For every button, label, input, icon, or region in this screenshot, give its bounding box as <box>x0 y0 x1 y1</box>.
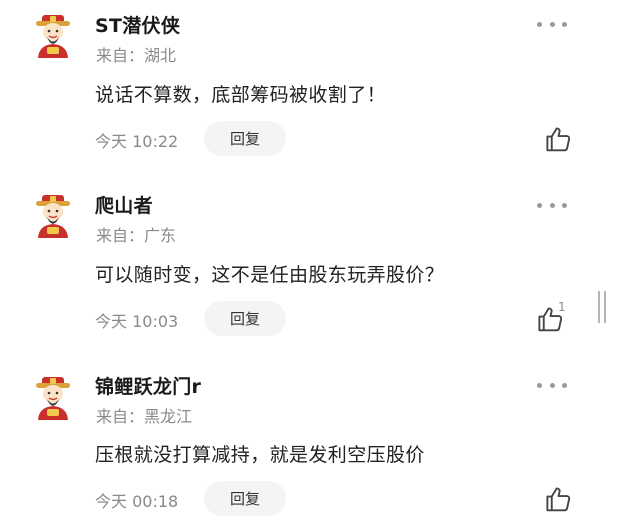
comment-time: 今天 10:22 <box>95 132 179 151</box>
comment-time: 今天 00:18 <box>95 492 179 511</box>
reply-button[interactable]: 回复 <box>204 481 286 516</box>
caishen-avatar-icon[interactable] <box>33 376 73 420</box>
comment-content: 可以随时变，这不是任由股东玩弄股价？ <box>95 264 445 286</box>
comment-time: 今天 10:03 <box>95 312 179 331</box>
comment-username[interactable]: 锦鲤跃龙门r <box>95 372 201 399</box>
thumbs-up-icon[interactable] <box>543 484 573 514</box>
more-dots-icon[interactable] <box>537 377 567 393</box>
comment-content: 压根就没打算减持，就是发利空压股价 <box>95 444 425 466</box>
caishen-avatar-icon[interactable] <box>33 194 73 238</box>
comment-feed: ST潜伏侠 来自：湖北 说话不算数，底部筹码被收割了！ 今天 10:22 回复 … <box>0 0 617 522</box>
comment-location: 来自：湖北 <box>96 46 177 65</box>
comment-item: 锦鲤跃龙门r 来自：黑龙江 压根就没打算减持，就是发利空压股价 今天 00:18… <box>0 360 590 522</box>
comment-item: ST潜伏侠 来自：湖北 说话不算数，底部筹码被收割了！ 今天 10:22 回复 <box>0 0 590 176</box>
caishen-avatar-icon[interactable] <box>33 14 73 58</box>
comment-username[interactable]: 爬山者 <box>95 191 153 218</box>
comment-location: 来自：广东 <box>96 226 177 245</box>
comment-item: 爬山者 来自：广东 可以随时变，这不是任由股东玩弄股价？ 今天 10:03 回复… <box>0 180 590 356</box>
reply-button[interactable]: 回复 <box>204 121 286 156</box>
reply-button[interactable]: 回复 <box>204 301 286 336</box>
thumbs-up-icon[interactable] <box>543 124 573 154</box>
more-dots-icon[interactable] <box>537 197 567 213</box>
comment-location: 来自：黑龙江 <box>96 407 193 426</box>
more-dots-icon[interactable] <box>537 16 567 32</box>
like-count: 1 <box>558 300 566 314</box>
comment-username[interactable]: ST潜伏侠 <box>95 11 180 38</box>
comment-content: 说话不算数，底部筹码被收割了！ <box>95 84 387 106</box>
scrollbar-thumb[interactable] <box>598 291 606 323</box>
